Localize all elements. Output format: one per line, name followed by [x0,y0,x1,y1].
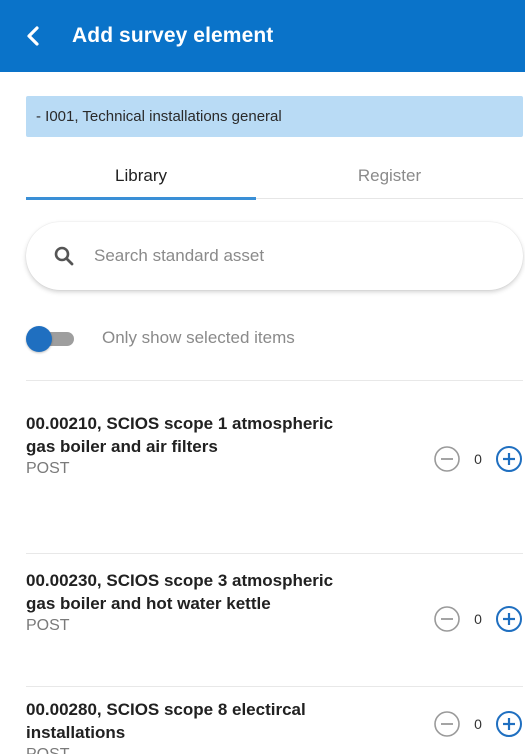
list-item[interactable]: 00.00210, SCIOS scope 1 atmospheric gas … [26,412,523,552]
chevron-left-icon [27,26,39,46]
tab-library[interactable]: Library [26,152,256,200]
list-item[interactable]: 00.00280, SCIOS scope 8 electircal insta… [26,698,523,754]
decrement-button[interactable] [433,710,461,738]
app-header: Add survey element [0,0,525,72]
list-item[interactable]: 00.00230, SCIOS scope 3 atmospheric gas … [26,569,523,681]
quantity-stepper: 0 [433,605,523,633]
quantity-value: 0 [474,716,482,732]
divider [26,686,523,687]
minus-circle-icon [434,711,460,737]
filter-row: Only show selected items [26,320,295,356]
quantity-value: 0 [474,611,482,627]
tab-register[interactable]: Register [256,152,523,199]
decrement-button[interactable] [433,605,461,633]
back-button[interactable] [0,0,68,72]
app-screen: Add survey element - I001, Technical ins… [0,0,525,754]
item-title: 00.00210, SCIOS scope 1 atmospheric gas … [26,414,334,456]
plus-circle-icon [496,446,522,472]
minus-circle-icon [434,606,460,632]
item-title: 00.00280, SCIOS scope 8 electircal insta… [26,700,306,742]
plus-circle-icon [496,711,522,737]
selected-only-toggle[interactable] [26,326,76,352]
search-icon [54,246,74,266]
decrement-button[interactable] [433,445,461,473]
item-subtitle: POST [26,744,523,754]
divider [26,553,523,554]
increment-button[interactable] [495,445,523,473]
quantity-stepper: 0 [433,710,523,738]
divider [26,380,523,381]
plus-circle-icon [496,606,522,632]
item-title: 00.00230, SCIOS scope 3 atmospheric gas … [26,571,334,613]
quantity-stepper: 0 [433,445,523,473]
increment-button[interactable] [495,605,523,633]
minus-circle-icon [434,446,460,472]
search-box[interactable] [26,222,523,290]
toggle-thumb [26,326,52,352]
toggle-label: Only show selected items [102,328,295,347]
quantity-value: 0 [474,451,482,467]
tab-bar: Library Register [26,152,523,200]
page-title: Add survey element [72,24,274,47]
increment-button[interactable] [495,710,523,738]
context-banner: - I001, Technical installations general [26,96,523,137]
search-input[interactable] [94,246,474,266]
